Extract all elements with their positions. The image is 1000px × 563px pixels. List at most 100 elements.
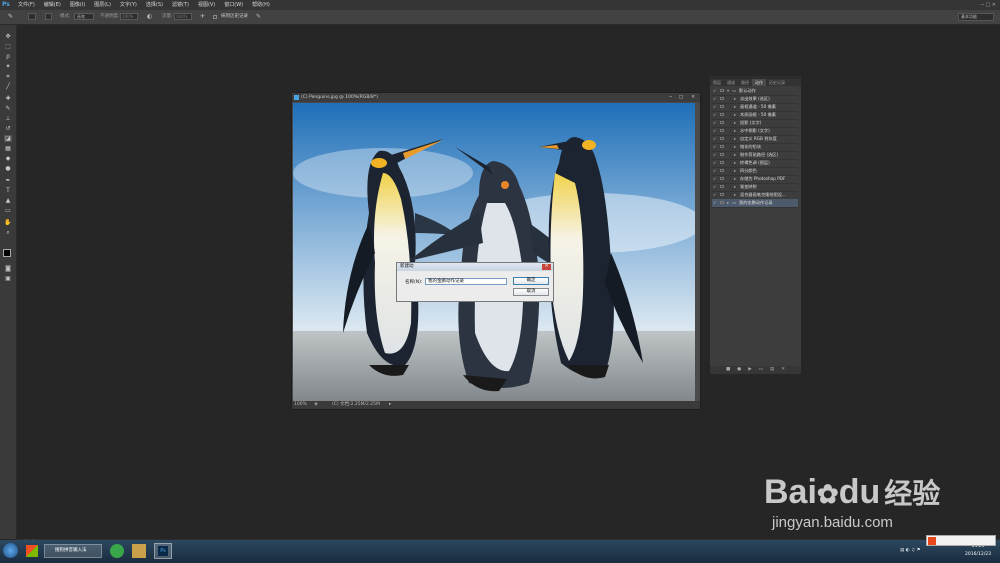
tab-paths[interactable]: 路径 [738, 79, 752, 86]
crop-tool-icon[interactable]: ⌗ [4, 73, 12, 80]
shape-tool-icon[interactable]: ▭ [4, 207, 12, 214]
foreground-color-swatch[interactable] [3, 249, 11, 257]
dialog-close-button[interactable]: ✕ [542, 264, 551, 270]
menu-view[interactable]: 视图(V) [198, 0, 215, 10]
new-set-icon[interactable]: ▭ [759, 366, 763, 374]
stop-recording-icon[interactable]: ■ [726, 366, 730, 374]
dialog-toggle-icon[interactable] [720, 201, 724, 204]
toggle-check-icon[interactable]: ✓ [713, 95, 717, 103]
taskbar-item-photoshop[interactable]: Ps [154, 543, 172, 559]
menu-file[interactable]: 文件(F) [18, 0, 35, 10]
minimize-button[interactable]: ─ [669, 93, 672, 102]
brush-preset-picker[interactable] [28, 13, 36, 20]
toggle-check-icon[interactable]: ✓ [713, 151, 717, 159]
expand-triangle-icon[interactable]: ▸ [734, 127, 736, 135]
cancel-button[interactable]: 取消 [513, 288, 549, 296]
expand-triangle-icon[interactable]: ▸ [734, 167, 736, 175]
menu-window[interactable]: 窗口(W) [224, 0, 243, 10]
expand-triangle-icon[interactable]: ▸ [734, 95, 736, 103]
maximize-button[interactable]: □ [679, 93, 683, 102]
dialog-toggle-icon[interactable] [720, 129, 724, 132]
play-icon[interactable]: ▶ [748, 366, 751, 374]
expand-triangle-icon[interactable]: ▸ [734, 175, 736, 183]
tab-channels[interactable]: 通道 [724, 79, 738, 86]
dialog-toggle-icon[interactable] [720, 193, 724, 196]
blur-tool-icon[interactable]: ◆ [4, 155, 12, 162]
marquee-tool-icon[interactable]: ⬚ [4, 43, 12, 50]
expand-triangle-icon[interactable]: ▸ [734, 103, 736, 111]
healing-brush-tool-icon[interactable]: ✚ [4, 95, 12, 102]
mode-select[interactable]: 画笔 [74, 13, 94, 20]
clone-stamp-tool-icon[interactable]: ⊥ [4, 115, 12, 122]
zoom-tool-icon[interactable]: ⌕ [4, 229, 12, 236]
taskbar-360-icon[interactable] [110, 544, 124, 558]
ime-toolbar[interactable] [926, 535, 996, 546]
dialog-toggle-icon[interactable] [720, 177, 724, 180]
window-controls[interactable]: ─ □ ✕ [981, 1, 996, 9]
dialog-toggle-icon[interactable] [720, 169, 724, 172]
menu-help[interactable]: 帮助(H) [252, 0, 270, 10]
export-icon[interactable]: ◉ [314, 401, 318, 409]
taskbar-folder-icon[interactable] [132, 544, 146, 558]
toggle-check-icon[interactable]: ✓ [713, 175, 717, 183]
gradient-tool-icon[interactable]: ▦ [4, 145, 12, 152]
toggle-check-icon[interactable]: ✓ [713, 167, 717, 175]
zoom-level[interactable]: 100% [294, 401, 307, 409]
image-canvas[interactable] [293, 103, 695, 403]
dialog-toggle-icon[interactable] [720, 113, 724, 116]
toggle-check-icon[interactable]: ✓ [713, 87, 717, 95]
workspace-select[interactable]: 基本功能 [958, 13, 994, 21]
toggle-check-icon[interactable]: ✓ [713, 143, 717, 151]
expand-triangle-icon[interactable]: ▸ [734, 119, 736, 127]
pressure-size-icon[interactable]: ✎ [256, 13, 261, 21]
record-icon[interactable]: ● [737, 366, 741, 374]
menu-select[interactable]: 选择(S) [146, 0, 163, 10]
document-title-bar[interactable]: (C) Penguins.jpg @ 100%(RGB/8*) ─ □ ✕ [292, 93, 700, 102]
airbrush-icon[interactable]: ✈ [200, 13, 205, 21]
start-button-icon[interactable] [3, 543, 18, 558]
action-row[interactable]: ✓ ▸ ▭ 我的金鹏动作记录 [712, 199, 798, 208]
tab-history[interactable]: 历史记录 [766, 79, 788, 86]
toggle-check-icon[interactable]: ✓ [713, 103, 717, 111]
new-action-icon[interactable]: ▤ [770, 366, 774, 374]
dialog-toggle-icon[interactable] [720, 89, 724, 92]
eraser-tool-icon[interactable]: ◪ [4, 135, 12, 142]
tray-icons[interactable]: ▤ ◐ ♫ ⚑ [900, 546, 921, 556]
move-tool-icon[interactable]: ✥ [4, 33, 12, 40]
pen-tool-icon[interactable]: ✒ [4, 177, 12, 184]
toggle-check-icon[interactable]: ✓ [713, 191, 717, 199]
toggle-check-icon[interactable]: ✓ [713, 199, 717, 207]
toggle-check-icon[interactable]: ✓ [713, 159, 717, 167]
eyedropper-tool-icon[interactable]: ╱ [4, 83, 12, 90]
screen-mode-icon[interactable]: ▣ [4, 275, 12, 282]
toggle-check-icon[interactable]: ✓ [713, 135, 717, 143]
expand-triangle-icon[interactable]: ▸ [734, 143, 736, 151]
lasso-tool-icon[interactable]: ρ [4, 53, 12, 60]
quick-mask-icon[interactable]: ◙ [4, 265, 12, 272]
close-button[interactable]: ✕ [691, 93, 695, 102]
app-pinned-icon[interactable] [26, 545, 38, 557]
ok-button[interactable]: 确定 [513, 277, 549, 285]
dialog-toggle-icon[interactable] [720, 161, 724, 164]
dialog-toggle-icon[interactable] [720, 121, 724, 124]
expand-triangle-icon[interactable]: ▸ [734, 183, 736, 191]
delete-icon[interactable]: ✕ [781, 366, 785, 374]
pressure-opacity-icon[interactable]: ◐ [147, 13, 152, 21]
erase-history-checkbox[interactable] [213, 15, 217, 19]
history-brush-tool-icon[interactable]: ↺ [4, 125, 12, 132]
taskbar-item-ime[interactable]: 搜狗拼音输入法 [44, 544, 102, 558]
expand-triangle-icon[interactable]: ▸ [734, 151, 736, 159]
dialog-toggle-icon[interactable] [720, 105, 724, 108]
dodge-tool-icon[interactable]: ● [4, 165, 12, 172]
menu-layer[interactable]: 图层(L) [94, 0, 111, 10]
expand-triangle-icon[interactable]: ▸ [734, 191, 736, 199]
opacity-input[interactable]: 100% [120, 13, 138, 20]
expand-triangle-icon[interactable]: ▾ [727, 87, 729, 95]
type-tool-icon[interactable]: T [4, 187, 12, 194]
tab-actions[interactable]: 动作 [752, 79, 766, 86]
path-select-tool-icon[interactable]: ▲ [4, 197, 12, 204]
dialog-toggle-icon[interactable] [720, 153, 724, 156]
expand-triangle-icon[interactable]: ▸ [734, 135, 736, 143]
status-menu-arrow-icon[interactable]: ▸ [389, 401, 391, 409]
dialog-toggle-icon[interactable] [720, 185, 724, 188]
